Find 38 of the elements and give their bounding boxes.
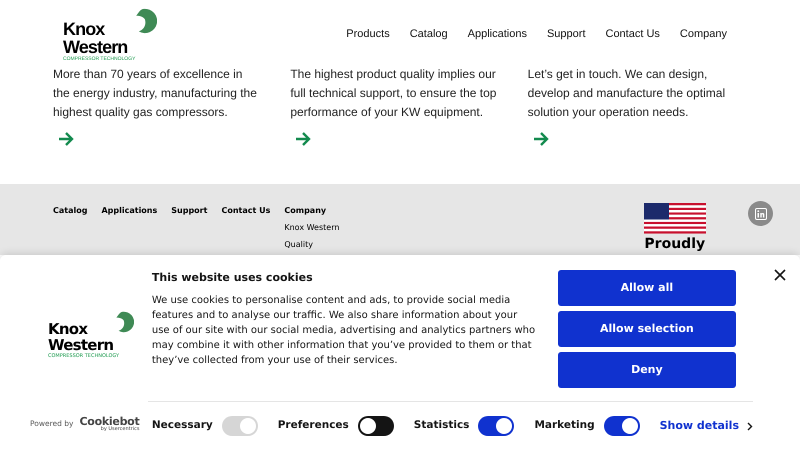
footer-link[interactable]: Company xyxy=(284,205,340,218)
cookie-title: This website uses cookies xyxy=(152,270,314,286)
footer-link[interactable]: Applications xyxy=(101,205,158,218)
nav-link[interactable]: Catalog xyxy=(410,26,448,42)
toggle-switch[interactable] xyxy=(604,416,640,436)
logo-wordmark: Knox Western xyxy=(63,20,128,56)
feature-text: More than 70 years of excellence in the energy industry, manufacturing the highest quality gas compressors. xyxy=(53,66,258,121)
consent-button[interactable]: Deny xyxy=(558,352,736,388)
toggle-switch[interactable] xyxy=(478,416,514,436)
arrow-right-icon[interactable] xyxy=(532,132,549,146)
proudly-text: Proudly xyxy=(644,236,706,252)
toggle-label: Marketing xyxy=(534,418,595,434)
nav-link[interactable]: Support xyxy=(546,26,586,42)
show-details-link[interactable]: Show details xyxy=(660,418,753,434)
footer-sublink[interactable]: Knox Western xyxy=(284,222,340,234)
nav-link[interactable]: Applications xyxy=(468,26,527,42)
toggle-label: Necessary xyxy=(152,418,213,434)
footer-link[interactable]: Support xyxy=(171,205,208,218)
toggle-label: Preferences xyxy=(278,418,349,434)
arrow-right-icon[interactable] xyxy=(295,132,312,146)
feature-text: Let’s get in touch. We can design, develop and manufacture the optimal solution your operation needs. xyxy=(528,66,726,121)
linkedin-icon[interactable] xyxy=(748,201,774,226)
flag-icon xyxy=(644,203,706,236)
footer-sublink[interactable]: Quality xyxy=(284,239,340,252)
feature-text: The highest product quality implies our full technical support, to ensure the top performance of your KW equipment. xyxy=(290,66,498,121)
toggle-switch[interactable] xyxy=(358,416,394,436)
chevron-right-icon xyxy=(747,422,753,430)
nav-link[interactable]: Contact Us xyxy=(606,26,660,42)
consent-button[interactable]: Allow selection xyxy=(558,311,736,347)
nav-link[interactable]: Company xyxy=(680,26,727,42)
footer-link[interactable]: Contact Us xyxy=(221,205,270,218)
toggle-label: Statistics xyxy=(414,418,470,434)
footer-link[interactable]: Catalog xyxy=(53,205,88,218)
close-button[interactable] xyxy=(774,269,786,281)
consent-button[interactable]: Allow all xyxy=(558,270,736,306)
arrow-right-icon[interactable] xyxy=(58,132,74,146)
nav-link[interactable]: Products xyxy=(346,26,390,42)
cookie-description: We use cookies to personalise content and ads, to provide social media features and to analyse our traffic. We also share information about your use of our site with our social media, advertising and analytics partners who may combine it with other information that you’ve provided to them or that they’ve collected from your use of their services. xyxy=(152,294,536,368)
